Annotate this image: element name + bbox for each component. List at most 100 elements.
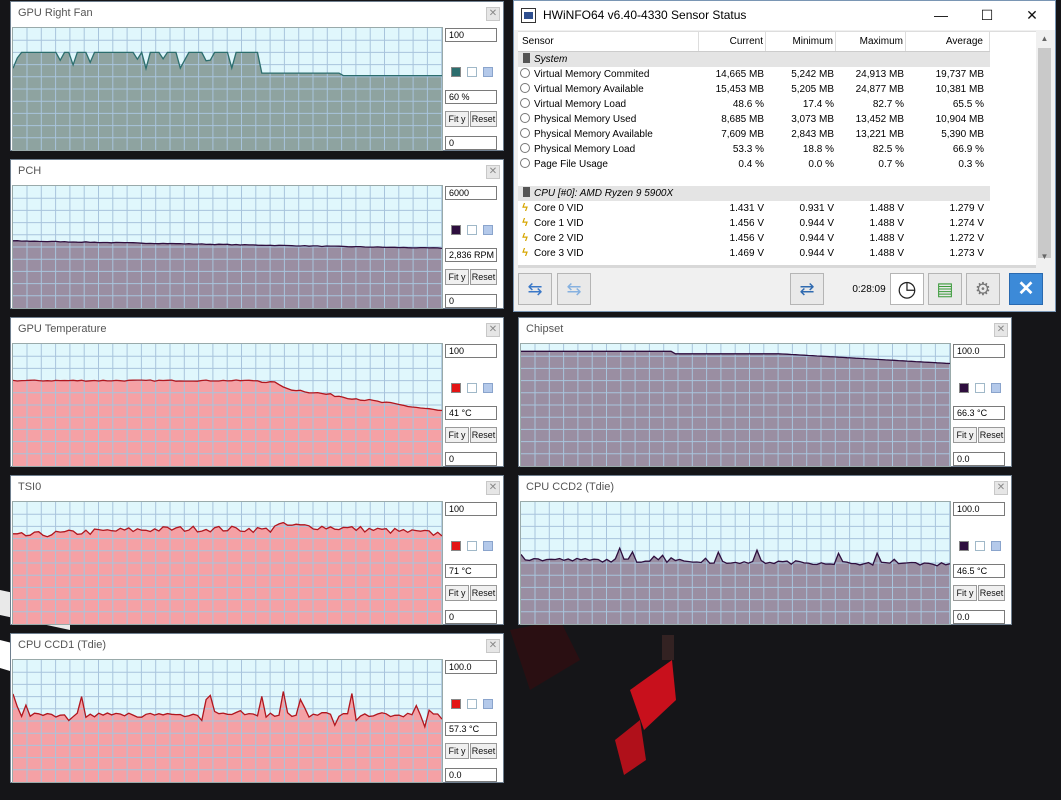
background-color-swatch[interactable] (975, 383, 985, 393)
title-bar[interactable]: HWiNFO64 v6.40-4330 Sensor Status — ☐ ✕ (514, 1, 1055, 30)
grid-color-swatch[interactable] (991, 383, 1001, 393)
group-row-system[interactable]: System (518, 52, 990, 67)
line-color-swatch[interactable] (959, 383, 969, 393)
max-value-field[interactable]: 100 (445, 28, 497, 42)
min-value-field[interactable]: 0 (445, 610, 497, 624)
reset-button[interactable]: Reset (470, 111, 497, 127)
min-value-field[interactable]: 0.0 (445, 768, 497, 782)
network-icon[interactable]: ⇄ (790, 273, 824, 305)
arrows-right-icon[interactable]: ⇆ (557, 273, 591, 305)
vertical-scrollbar[interactable]: ▲ ▼ (1036, 31, 1053, 265)
reset-button[interactable]: Reset (470, 269, 497, 285)
minimize-button[interactable]: — (918, 1, 964, 30)
fit-y-button[interactable]: Fit y (445, 743, 469, 759)
maximize-button[interactable]: ☐ (964, 1, 1010, 30)
min-value-field[interactable]: 0 (445, 136, 497, 150)
line-color-swatch[interactable] (451, 541, 461, 551)
average-cell: 10,381 MB (935, 84, 984, 95)
close-button[interactable]: ✕ (486, 481, 500, 495)
fit-y-button[interactable]: Fit y (445, 111, 469, 127)
grid-color-swatch[interactable] (483, 541, 493, 551)
close-button[interactable]: ✕ (486, 323, 500, 337)
sensor-status-window[interactable]: HWiNFO64 v6.40-4330 Sensor Status — ☐ ✕ … (513, 0, 1056, 312)
close-button[interactable]: ✕ (486, 639, 500, 653)
max-value-field[interactable]: 100.0 (953, 502, 1005, 516)
table-row[interactable]: ϟ Core 0 VID 1.431 V 0.931 V 1.488 V 1.27… (518, 201, 990, 216)
line-color-swatch[interactable] (451, 383, 461, 393)
close-button[interactable]: ✕ (994, 323, 1008, 337)
column-header-sensor[interactable]: Sensor (518, 32, 699, 51)
close-button[interactable]: ✕ (486, 165, 500, 179)
table-row[interactable]: Physical Memory Used 8,685 MB 3,073 MB 1… (518, 112, 990, 127)
min-value-field[interactable]: 0.0 (953, 452, 1005, 466)
background-color-swatch[interactable] (467, 699, 477, 709)
arrows-left-icon[interactable]: ⇆ (518, 273, 552, 305)
minimum-cell: 18.8 % (802, 144, 834, 155)
min-value-field[interactable]: 0.0 (953, 610, 1005, 624)
column-header-average[interactable]: Average (908, 32, 990, 51)
fit-y-button[interactable]: Fit y (445, 585, 469, 601)
line-color-swatch[interactable] (959, 541, 969, 551)
reset-button[interactable]: Reset (470, 743, 497, 759)
table-row[interactable]: Virtual Memory Load 48.6 % 17.4 % 82.7 %… (518, 97, 990, 112)
max-value-field[interactable]: 100 (445, 344, 497, 358)
table-row[interactable]: Physical Memory Available 7,609 MB 2,843… (518, 127, 990, 142)
background-color-swatch[interactable] (467, 67, 477, 77)
line-color-swatch[interactable] (451, 225, 461, 235)
close-icon[interactable]: ✕ (1009, 273, 1043, 305)
table-row[interactable]: Physical Memory Load 53.3 % 18.8 % 82.5 … (518, 142, 990, 157)
graph-window-gpu-right-fan[interactable]: GPU Right Fan ✕ 100 60 % Fit y Reset 0 (10, 1, 504, 151)
table-row[interactable]: ϟ Core 1 VID 1.456 V 0.944 V 1.488 V 1.27… (518, 216, 990, 231)
grid-color-swatch[interactable] (483, 225, 493, 235)
min-value-field[interactable]: 0 (445, 294, 497, 308)
clock-icon[interactable]: ◷ (890, 273, 924, 305)
fit-y-button[interactable]: Fit y (445, 427, 469, 443)
graph-window-tsi0[interactable]: TSI0 ✕ 100 71 °C Fit y Reset 0 (10, 475, 504, 625)
min-value-field[interactable]: 0 (445, 452, 497, 466)
background-color-swatch[interactable] (467, 383, 477, 393)
max-value-field[interactable]: 100.0 (953, 344, 1005, 358)
fit-y-button[interactable]: Fit y (953, 585, 977, 601)
column-header-minimum[interactable]: Minimum (768, 32, 836, 51)
group-row-cpu[interactable]: CPU [#0]: AMD Ryzen 9 5900X (518, 186, 990, 201)
table-row[interactable]: Virtual Memory Available 15,453 MB 5,205… (518, 82, 990, 97)
table-row[interactable]: Page File Usage 0.4 % 0.0 % 0.7 % 0.3 % (518, 157, 990, 172)
reset-button[interactable]: Reset (470, 427, 497, 443)
report-icon[interactable]: ▤ (928, 273, 962, 305)
table-row[interactable]: ϟ Core 3 VID 1.469 V 0.944 V 1.488 V 1.27… (518, 246, 990, 261)
graph-window-gpu-temperature[interactable]: GPU Temperature ✕ 100 41 °C Fit y Reset … (10, 317, 504, 467)
column-header-maximum[interactable]: Maximum (838, 32, 906, 51)
scrollbar-thumb[interactable] (1038, 48, 1051, 258)
max-value-field[interactable]: 100.0 (445, 660, 497, 674)
column-header-current[interactable]: Current (696, 32, 766, 51)
table-row[interactable]: ϟ Core 2 VID 1.456 V 0.944 V 1.488 V 1.27… (518, 231, 990, 246)
background-color-swatch[interactable] (467, 225, 477, 235)
max-value-field[interactable]: 100 (445, 502, 497, 516)
sensor-table[interactable]: Sensor Current Minimum Maximum Average S… (518, 31, 1036, 266)
graph-window-chipset[interactable]: Chipset ✕ 100.0 66.3 °C Fit y Reset 0.0 (518, 317, 1012, 467)
grid-color-swatch[interactable] (483, 383, 493, 393)
reset-button[interactable]: Reset (470, 585, 497, 601)
graph-window-cpu-ccd1[interactable]: CPU CCD1 (Tdie) ✕ 100.0 57.3 °C Fit y Re… (10, 633, 504, 783)
scroll-down-arrow[interactable]: ▼ (1036, 249, 1053, 265)
grid-color-swatch[interactable] (991, 541, 1001, 551)
gear-icon[interactable]: ⚙ (966, 273, 1000, 305)
fit-y-button[interactable]: Fit y (445, 269, 469, 285)
graph-window-pch[interactable]: PCH ✕ 6000 2,836 RPM Fit y Reset 0 (10, 159, 504, 309)
background-color-swatch[interactable] (975, 541, 985, 551)
close-button[interactable]: ✕ (1009, 1, 1055, 30)
line-color-swatch[interactable] (451, 67, 461, 77)
line-color-swatch[interactable] (451, 699, 461, 709)
graph-window-cpu-ccd2[interactable]: CPU CCD2 (Tdie) ✕ 100.0 46.5 °C Fit y Re… (518, 475, 1012, 625)
grid-color-swatch[interactable] (483, 699, 493, 709)
fit-y-button[interactable]: Fit y (953, 427, 977, 443)
reset-button[interactable]: Reset (978, 427, 1005, 443)
scroll-up-arrow[interactable]: ▲ (1036, 31, 1053, 47)
background-color-swatch[interactable] (467, 541, 477, 551)
table-row[interactable]: Virtual Memory Commited 14,665 MB 5,242 … (518, 67, 990, 82)
grid-color-swatch[interactable] (483, 67, 493, 77)
close-button[interactable]: ✕ (486, 7, 500, 21)
close-button[interactable]: ✕ (994, 481, 1008, 495)
max-value-field[interactable]: 6000 (445, 186, 497, 200)
reset-button[interactable]: Reset (978, 585, 1005, 601)
